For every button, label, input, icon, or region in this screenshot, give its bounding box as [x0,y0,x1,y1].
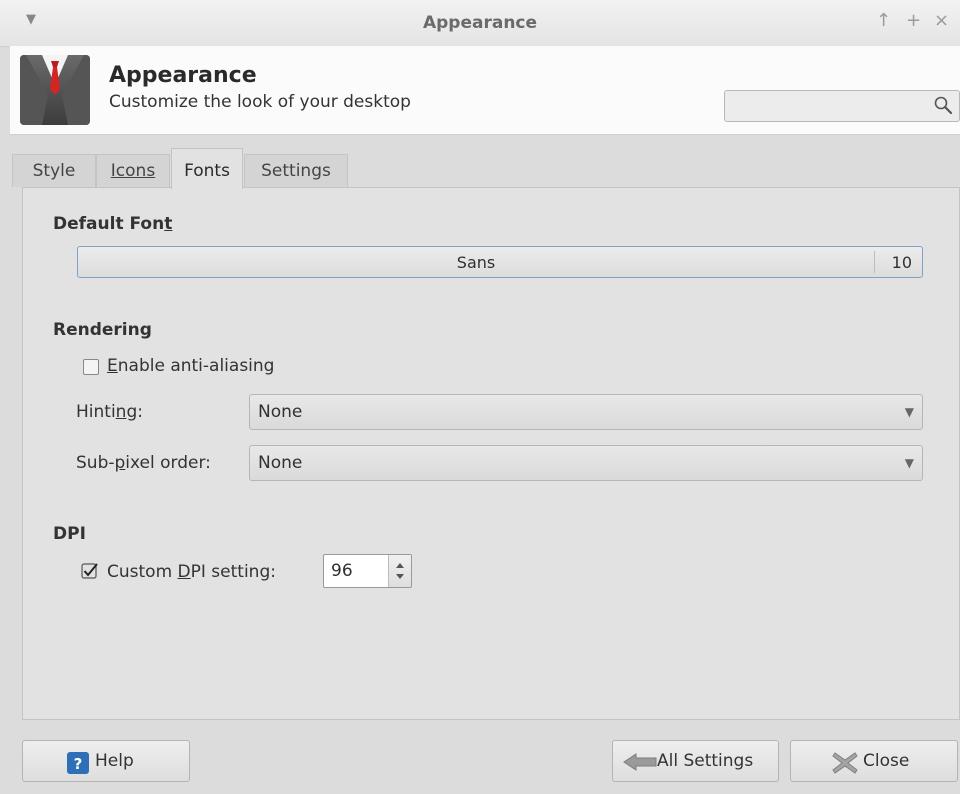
checkmark-icon [81,563,98,579]
custom-dpi-checkbox[interactable] [81,562,98,579]
default-font-heading: Default Font [53,214,172,234]
close-window-icon[interactable]: × [934,12,949,30]
custom-dpi-text-b: PI setting: [190,562,276,582]
header-title: Appearance [109,63,257,88]
anti-aliasing-checkbox[interactable] [83,359,99,375]
subpixel-order-label: Sub-pixel order: [76,453,211,473]
subpixel-order-select[interactable]: None ▼ [249,445,923,481]
anti-aliasing-text: nable anti-aliasing [117,356,275,376]
font-chooser-button[interactable]: Sans 10 [77,246,923,278]
tab-fonts[interactable]: Fonts [171,148,243,189]
dropdown-arrow-icon: ▼ [904,456,914,470]
tab-icons[interactable]: Icons [96,154,170,187]
tab-fonts-label: Fonts [184,161,230,181]
svg-text:?: ? [74,755,83,773]
dpi-spinbutton[interactable]: 96 [323,554,412,588]
tab-settings[interactable]: Settings [244,154,348,187]
font-name: Sans [456,253,496,272]
anti-aliasing-label[interactable]: Enable anti-aliasing [107,356,274,376]
subpixel-text-b: ixel order: [125,453,211,473]
hinting-value: None [258,402,303,422]
close-button[interactable]: Close [790,740,958,782]
hinting-label: Hinting: [76,402,143,422]
header-subtitle: Customize the look of your desktop [109,92,411,112]
all-settings-label: All Settings [657,751,754,771]
font-button-separator [874,251,875,273]
tab-style[interactable]: Style [12,154,96,187]
subpixel-order-value: None [258,453,303,473]
spin-arrows-icon [396,563,404,579]
dropdown-arrow-icon: ▼ [904,405,914,419]
window-title: Appearance [422,13,538,33]
search-icon[interactable] [933,95,955,121]
search-input[interactable] [731,95,925,119]
hinting-text-a: Hinti [76,402,116,422]
search-field[interactable] [724,90,960,122]
subpixel-text-a: Sub- [76,453,115,473]
hinting-mnemonic: n [115,402,127,422]
default-font-mnemonic: t [164,214,173,234]
dpi-heading: DPI [53,524,86,544]
hinting-text-b: g: [126,402,143,422]
keep-above-icon[interactable]: ↑ [876,12,891,30]
help-button[interactable]: ? Help [22,740,190,782]
all-settings-button[interactable]: All Settings [612,740,779,782]
dpi-value: 96 [331,561,353,581]
help-label: Help [95,751,134,771]
font-size: 10 [891,253,912,272]
hinting-select[interactable]: None ▼ [249,394,923,430]
fonts-panel: Default Font Sans 10 Rendering Enable an… [22,187,960,720]
custom-dpi-text-a: Custom [107,562,178,582]
default-font-heading-text: Default Fon [53,214,165,234]
custom-dpi-label[interactable]: Custom DPI setting: [107,562,276,582]
appearance-app-icon [20,55,90,125]
close-x-icon [831,750,859,781]
back-arrow-icon [623,753,657,776]
close-label: Close [863,751,910,771]
tab-icons-label: Icons [110,161,156,181]
rendering-heading: Rendering [53,320,152,340]
window-titlebar: ▼ Appearance ↑ + × [0,0,960,47]
dpi-spin-arrows[interactable] [388,555,411,587]
anti-aliasing-mnemonic: E [107,356,118,376]
dialog-header: Appearance Customize the look of your de… [10,46,960,135]
subpixel-mnemonic: p [114,453,126,473]
help-icon: ? [67,752,89,779]
custom-dpi-mnemonic: D [177,562,191,582]
maximize-icon[interactable]: + [906,12,921,30]
